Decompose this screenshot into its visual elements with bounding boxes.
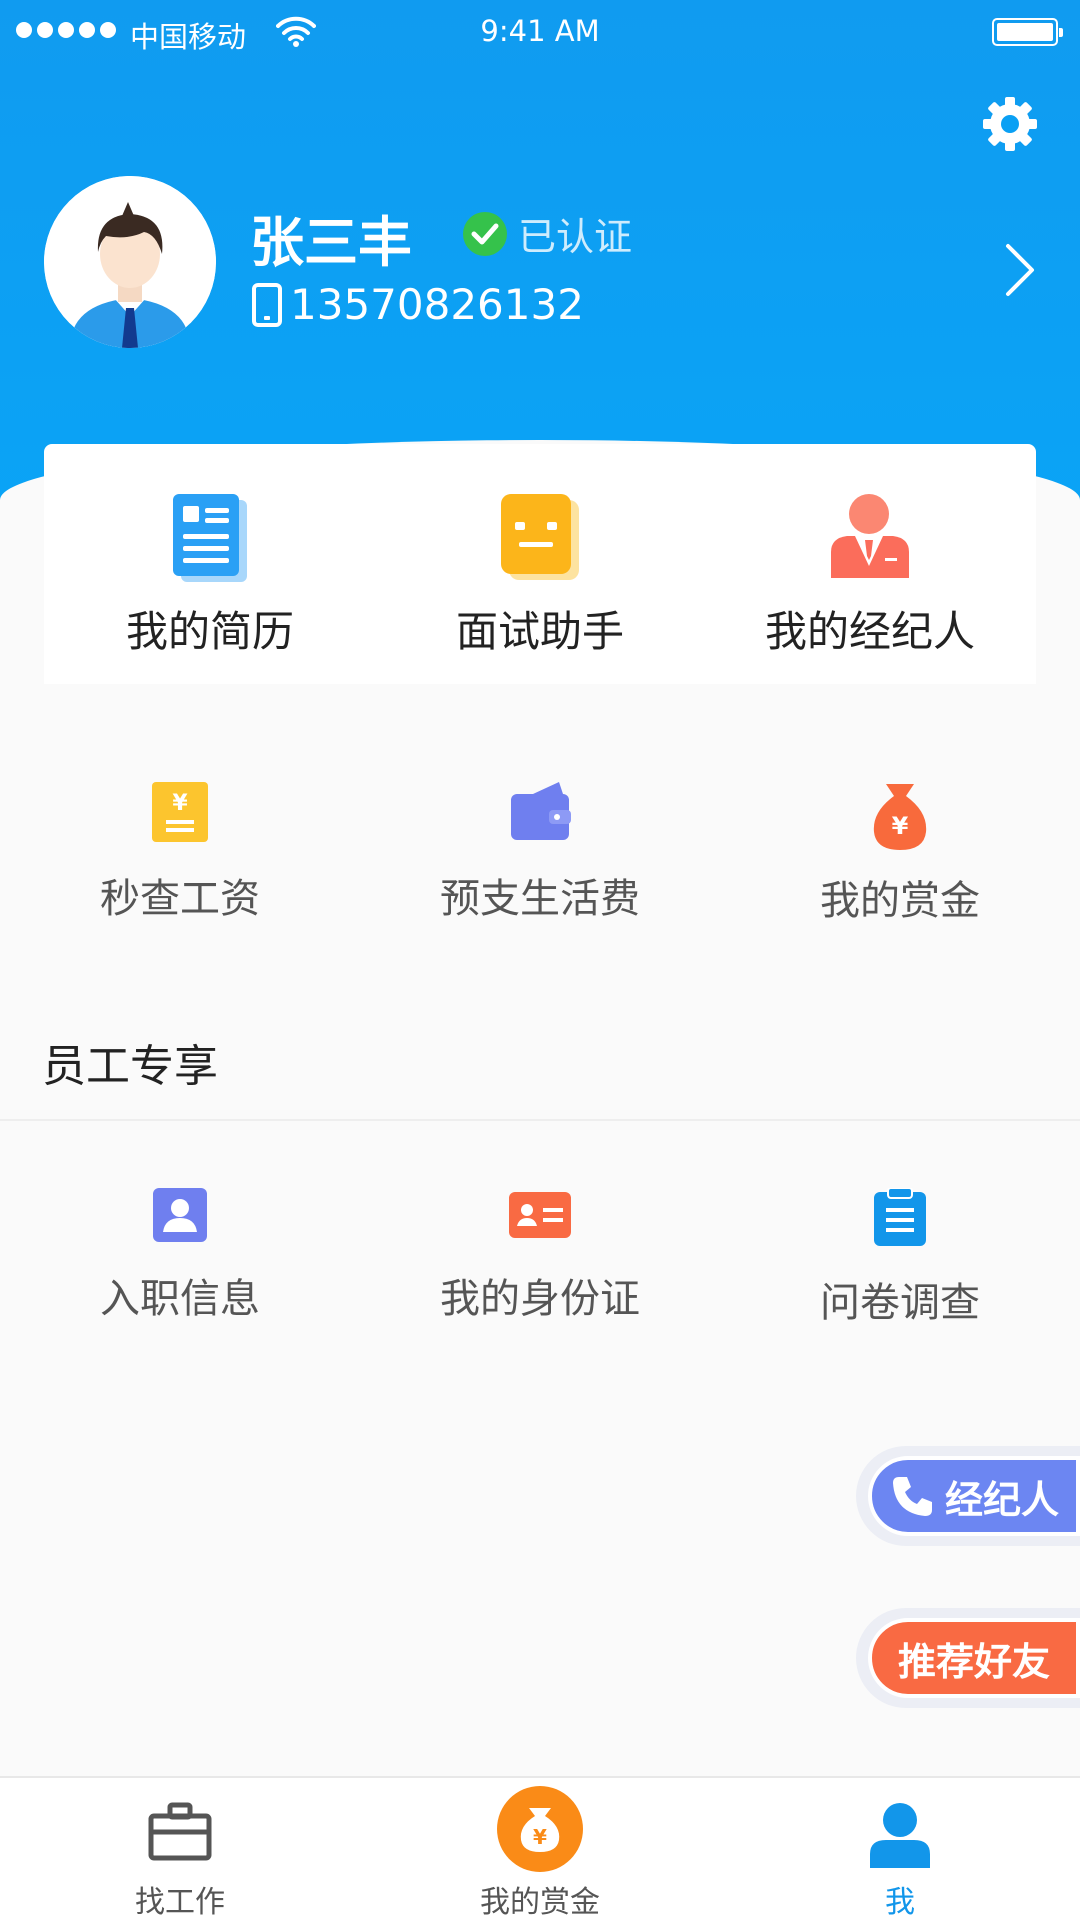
section-title-employee: 员工专享 — [42, 1041, 218, 1092]
checkmark-icon — [463, 211, 507, 256]
recommend-friend-button[interactable]: 推荐好友 — [856, 1608, 1080, 1708]
grid-item-resume[interactable]: 我的简历 — [100, 494, 320, 659]
verified-label: 已认证 — [518, 215, 633, 259]
svg-text:¥: ¥ — [172, 791, 188, 816]
tab-bounty[interactable]: ¥ 我的赏金 — [360, 1778, 720, 1920]
grid-item-label: 我的经纪人 — [764, 607, 975, 656]
status-time: 9:41 AM — [480, 14, 600, 48]
briefcase-icon — [148, 1802, 212, 1861]
grid-item-label: 我的简历 — [125, 607, 294, 656]
onboarding-icon — [153, 1188, 207, 1242]
grid-item-salary[interactable]: ¥ 秒查工资 — [80, 782, 280, 924]
survey-icon — [874, 1187, 926, 1246]
salary-icon: ¥ — [152, 782, 208, 842]
grid-item-advance[interactable]: 预支生活费 — [430, 782, 650, 924]
mobile-phone-icon — [252, 282, 282, 327]
grid-item-label: 问卷调查 — [820, 1280, 980, 1326]
id-card-icon — [509, 1192, 571, 1238]
grid-item-label: 我的赏金 — [820, 878, 980, 924]
interview-assistant-icon — [501, 494, 579, 580]
tab-label: 我的赏金 — [480, 1885, 600, 1920]
bounty-icon: ¥ — [497, 1786, 583, 1872]
agent-icon — [831, 494, 909, 578]
grid-item-agent[interactable]: 我的经纪人 — [750, 494, 990, 659]
user-icon — [870, 1803, 930, 1868]
broker-button-label: 经纪人 — [944, 1477, 1059, 1522]
chevron-right-icon[interactable] — [1000, 240, 1040, 300]
grid-item-label: 秒查工资 — [100, 876, 260, 922]
grid-item-label: 面试助手 — [455, 607, 624, 656]
battery-icon — [992, 18, 1063, 46]
money-bag-icon: ¥ — [873, 784, 927, 850]
grid-item-label: 预支生活费 — [440, 876, 640, 922]
grid-item-label: 入职信息 — [100, 1276, 260, 1322]
status-bar: 中国移动 9:41 AM — [0, 0, 1080, 64]
tab-me[interactable]: 我 — [720, 1778, 1080, 1920]
tab-label: 我 — [885, 1885, 915, 1920]
avatar[interactable] — [44, 176, 216, 348]
phone-row: 13570826132 — [252, 280, 584, 329]
grid-item-bounty[interactable]: ¥ 我的赏金 — [800, 782, 1000, 926]
call-broker-button[interactable]: 经纪人 — [856, 1446, 1080, 1546]
recommend-button-label: 推荐好友 — [897, 1639, 1050, 1684]
svg-text:¥: ¥ — [533, 1825, 547, 1849]
verified-badge: 已认证 — [462, 206, 632, 261]
svg-text:¥: ¥ — [892, 812, 909, 840]
phone-number: 13570826132 — [290, 280, 584, 329]
wallet-icon — [511, 782, 571, 840]
grid-item-id-card[interactable]: 我的身份证 — [430, 1188, 650, 1324]
phone-icon — [892, 1477, 932, 1516]
user-avatar-icon — [44, 176, 216, 348]
grid-item-survey[interactable]: 问卷调查 — [800, 1187, 1000, 1328]
divider — [0, 1119, 1080, 1121]
gear-icon[interactable] — [980, 94, 1040, 154]
tab-label: 找工作 — [135, 1885, 225, 1920]
tab-bar: 找工作 ¥ 我的赏金 我 — [0, 1776, 1080, 1920]
user-name: 张三丰 — [250, 211, 412, 274]
grid-item-label: 我的身份证 — [440, 1276, 640, 1322]
grid-item-interview[interactable]: 面试助手 — [430, 494, 650, 659]
resume-icon — [173, 494, 247, 582]
grid-item-onboarding[interactable]: 入职信息 — [80, 1188, 280, 1324]
tab-find-job[interactable]: 找工作 — [0, 1778, 360, 1920]
